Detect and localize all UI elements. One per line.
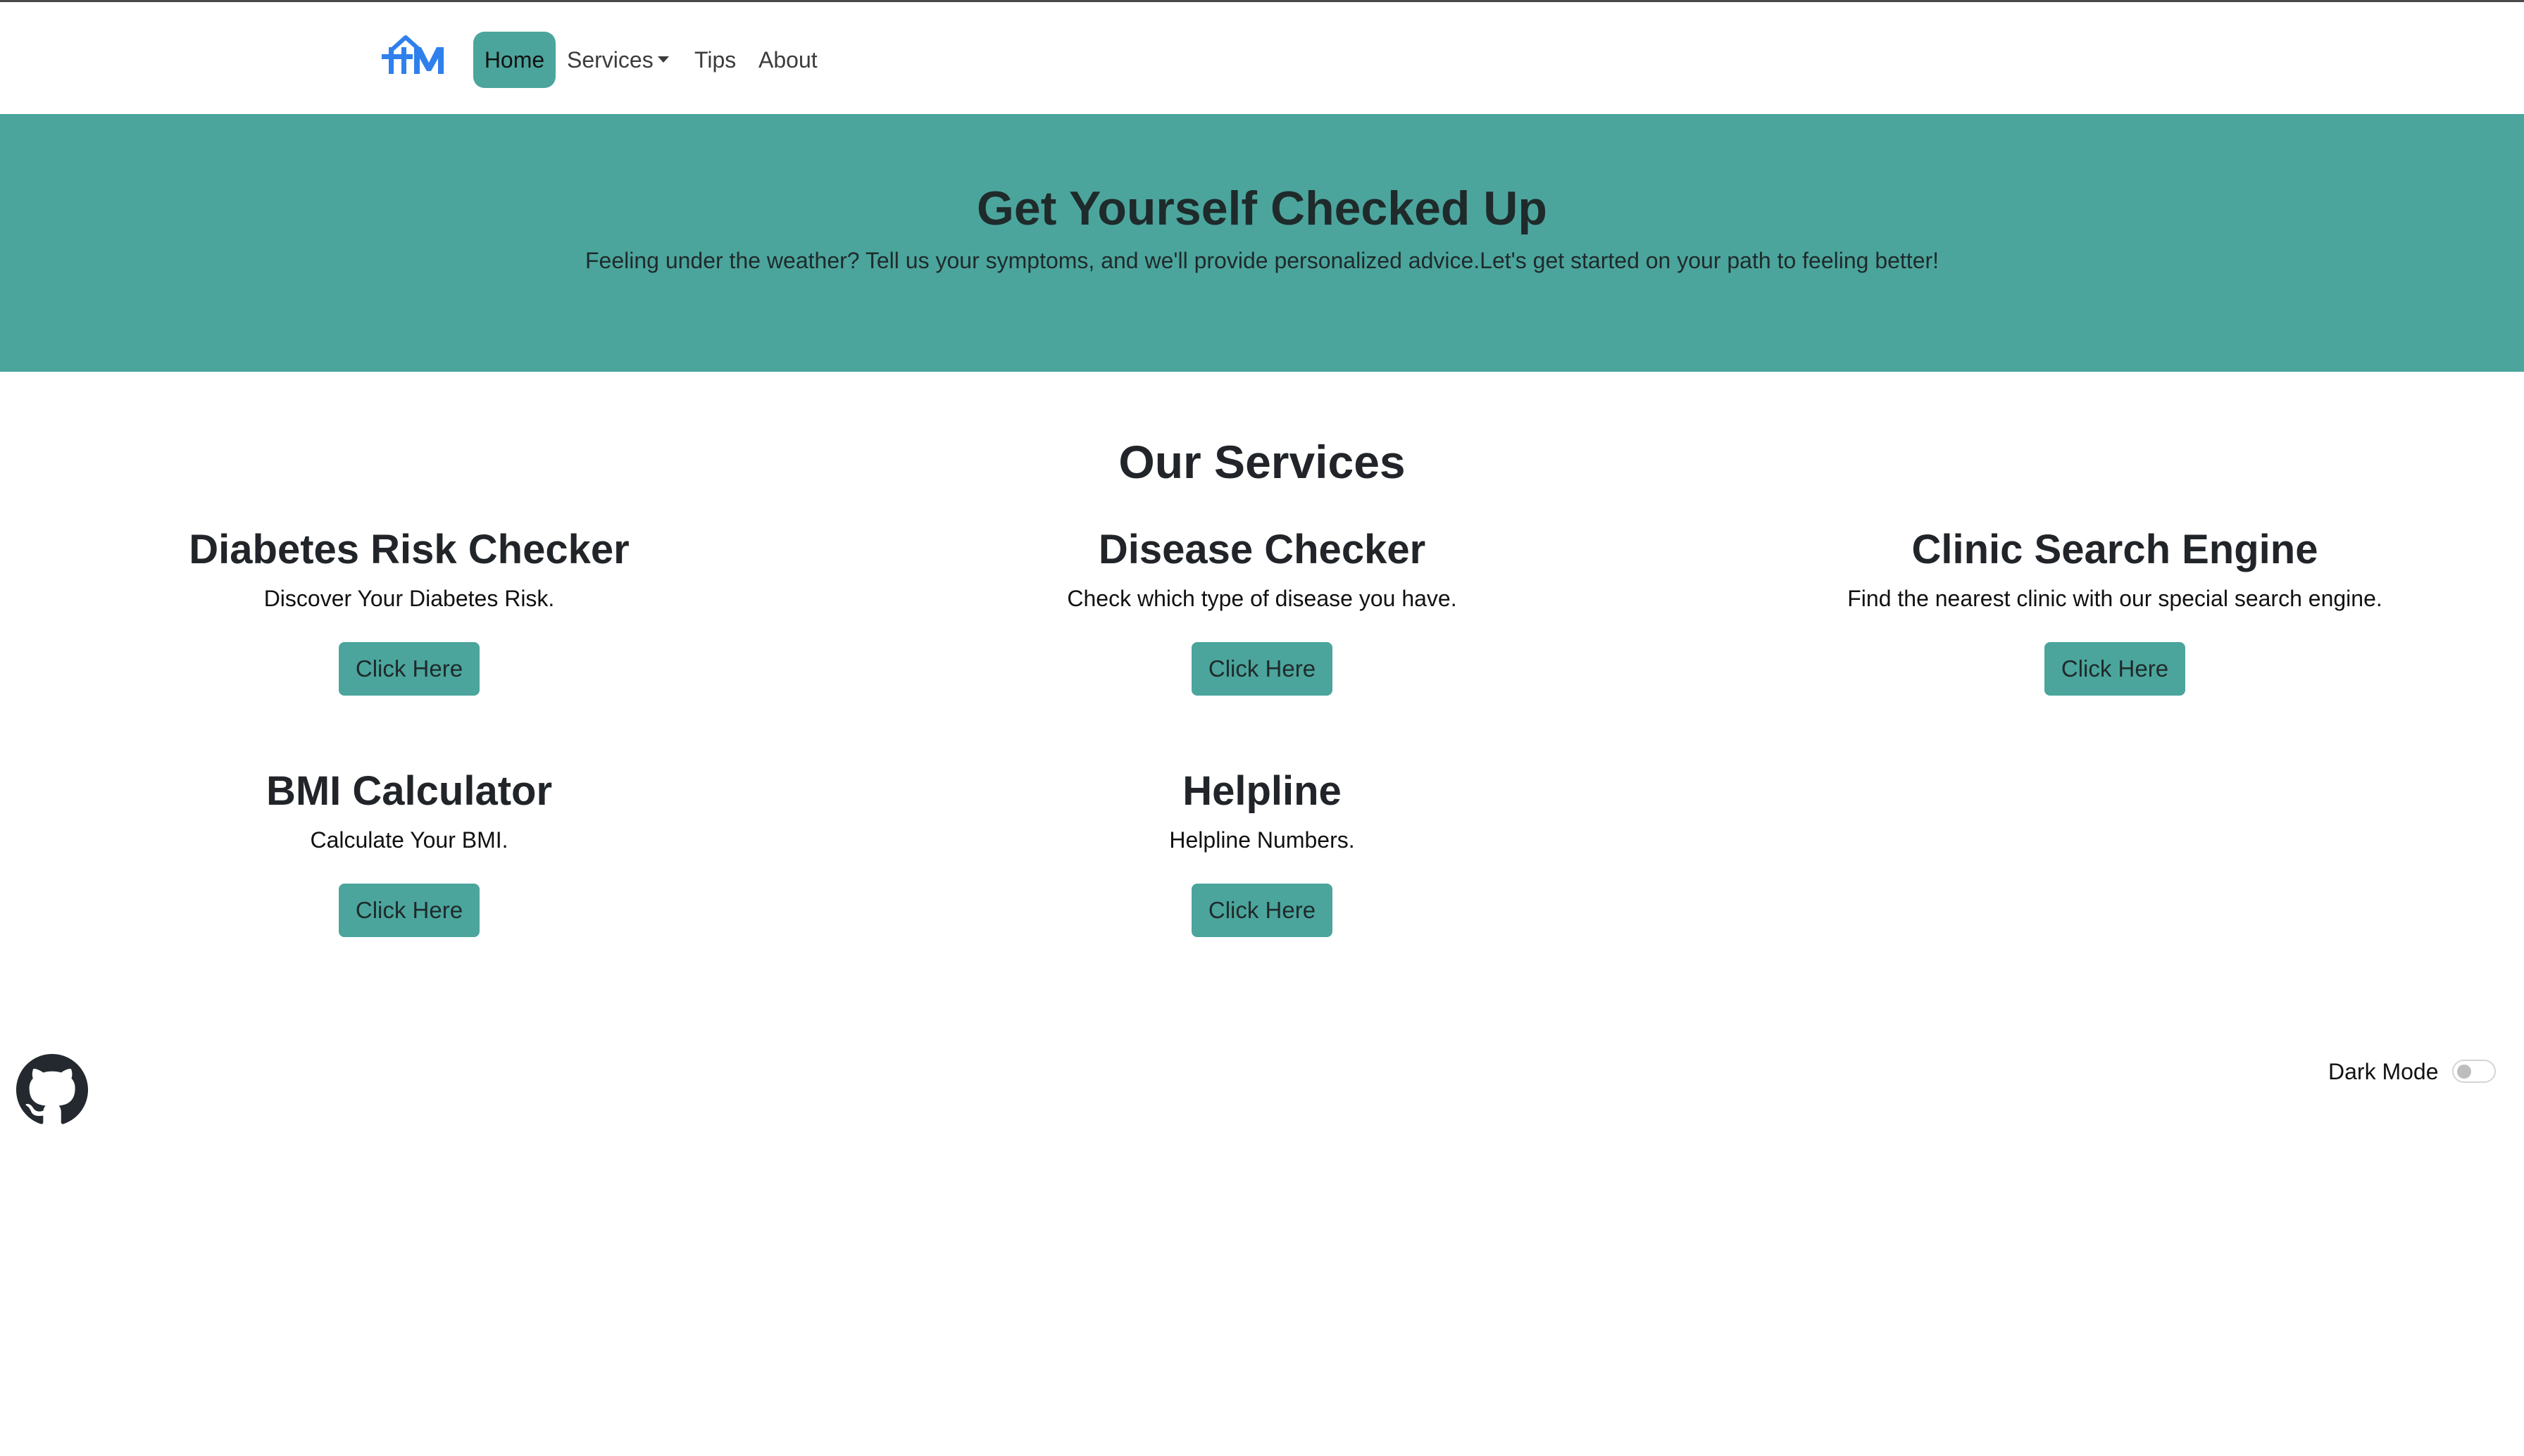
home-medical-logo-icon[interactable]: [380, 30, 451, 80]
card-description: Find the nearest clinic with our special…: [1847, 586, 2382, 611]
service-card-bmi: BMI Calculator Calculate Your BMI. Click…: [22, 764, 796, 937]
dark-mode-toggle[interactable]: [2452, 1060, 2496, 1083]
nav-about-link[interactable]: About: [758, 32, 818, 88]
service-card-helpline: Helpline Helpline Numbers. Click Here: [875, 764, 1649, 937]
disease-click-here-button[interactable]: Click Here: [1192, 642, 1332, 696]
hero-title: Get Yourself Checked Up: [977, 182, 1547, 235]
services-heading: Our Services: [1118, 436, 1406, 488]
diabetes-click-here-button[interactable]: Click Here: [339, 642, 480, 696]
service-card-diabetes: Diabetes Risk Checker Discover Your Diab…: [22, 522, 796, 696]
hero-banner: Get Yourself Checked Up Feeling under th…: [0, 114, 2524, 372]
caret-down-icon: [657, 56, 669, 63]
card-description: Discover Your Diabetes Risk.: [263, 586, 555, 611]
helpline-click-here-button[interactable]: Click Here: [1192, 884, 1332, 937]
card-title: Clinic Search Engine: [1911, 527, 2318, 572]
bmi-click-here-button[interactable]: Click Here: [339, 884, 480, 937]
nav-home-link[interactable]: Home: [473, 32, 556, 88]
toggle-knob: [2457, 1065, 2471, 1079]
card-description: Check which type of disease you have.: [1067, 586, 1457, 611]
nav-tips-link[interactable]: Tips: [694, 32, 736, 88]
nav-services-dropdown[interactable]: Services: [567, 32, 669, 88]
service-card-clinic: Clinic Search Engine Find the nearest cl…: [1728, 522, 2502, 696]
service-card-disease: Disease Checker Check which type of dise…: [875, 522, 1649, 696]
card-description: Calculate Your BMI.: [310, 827, 508, 853]
github-icon[interactable]: [16, 1054, 88, 1126]
card-title: Diabetes Risk Checker: [189, 527, 630, 572]
card-title: Helpline: [1182, 768, 1342, 814]
nav-services-label: Services: [567, 47, 654, 73]
dark-mode-label: Dark Mode: [2328, 1059, 2439, 1084]
card-title: BMI Calculator: [265, 768, 553, 814]
navbar: Home Services Tips About: [0, 2, 2524, 114]
card-description: Helpline Numbers.: [1169, 827, 1355, 853]
card-title: Disease Checker: [1098, 527, 1426, 572]
clinic-click-here-button[interactable]: Click Here: [2044, 642, 2185, 696]
hero-text: Feeling under the weather? Tell us your …: [585, 248, 1939, 273]
